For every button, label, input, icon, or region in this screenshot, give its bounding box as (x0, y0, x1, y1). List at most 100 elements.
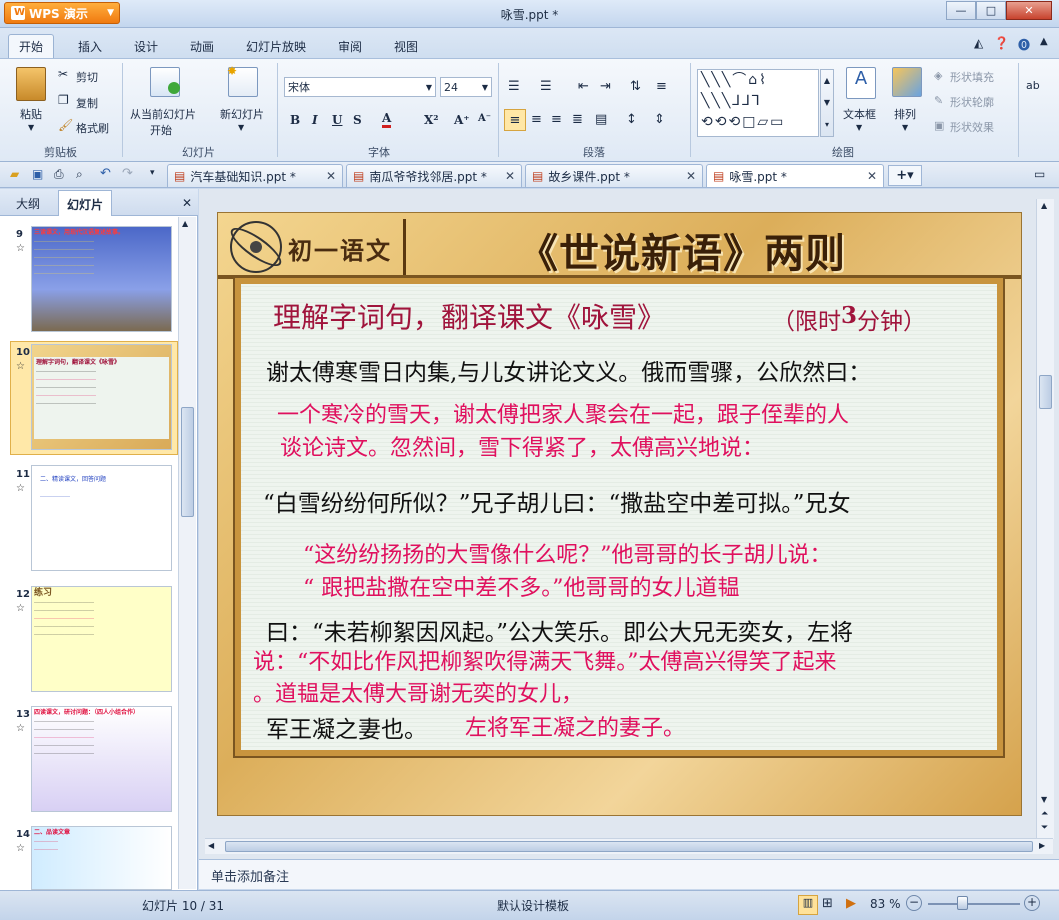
tab-design[interactable]: 设计 (124, 34, 168, 58)
font-color-button[interactable]: A (382, 111, 392, 128)
slide-thumbnail[interactable]: 四读课文，研讨问题：（四人小组合作）…………………………………………………………… (31, 706, 172, 812)
paste-button[interactable]: 粘贴 (20, 106, 42, 122)
shape-fill-button[interactable]: 形状填充 (950, 69, 994, 85)
customize-toolbar-icon[interactable]: ▾ (150, 168, 155, 178)
zoom-slider-track[interactable] (928, 903, 1020, 905)
slide-heading[interactable]: 理解字词句，翻译课文《咏雪》 (273, 296, 665, 336)
print-preview-icon[interactable]: ⌕ (76, 167, 83, 182)
save-icon[interactable]: ▣ (32, 167, 43, 181)
copy-button[interactable]: 复制 (76, 95, 98, 111)
print-icon[interactable]: ⎙ (54, 167, 64, 182)
tab-insert[interactable]: 插入 (68, 34, 112, 58)
translation-line[interactable]: “这纷纷扬扬的大雪像什么呢？”他哥哥的长子胡儿说： (303, 537, 832, 569)
close-button[interactable]: ✕ (1006, 1, 1052, 20)
tab-slideshow[interactable]: 幻灯片放映 (236, 34, 316, 58)
strikethrough-button[interactable]: S (353, 113, 362, 127)
slide-thumbnail[interactable]: 理解字词句，翻译课文《咏雪》……………………………………………………………………… (31, 344, 172, 450)
shape-effect-button[interactable]: 形状效果 (950, 119, 994, 135)
italic-button[interactable]: I (312, 113, 318, 127)
slide-heading-note[interactable]: （限时 3 分钟） (772, 302, 926, 336)
design-template-name[interactable]: 默认设计模板 (497, 897, 569, 914)
editor-horizontal-scrollbar[interactable]: ◀ ▶ (205, 838, 1053, 854)
scroll-up-icon[interactable]: ▲ (1041, 201, 1047, 210)
play-from-current-icon[interactable] (150, 67, 180, 97)
grow-font-button[interactable]: A⁺ (454, 113, 470, 127)
panel-scrollbar[interactable]: ▲ (178, 217, 196, 889)
chevron-down-icon[interactable]: ▼ (238, 123, 244, 132)
tab-slides[interactable]: 幻灯片 (58, 190, 113, 216)
close-icon[interactable]: ✕ (326, 169, 336, 183)
slide-sorter-icon[interactable]: ⊞ (822, 896, 833, 911)
panel-toggle-icon[interactable]: ▭ (1034, 167, 1045, 181)
arrange-button[interactable]: 排列 (894, 106, 916, 122)
justify-icon[interactable]: ≣ (572, 112, 583, 127)
maximize-button[interactable]: □ (976, 1, 1006, 20)
align-center-icon[interactable]: ≡ (531, 112, 542, 127)
scroll-up-icon[interactable]: ▲ (182, 219, 188, 228)
shrink-font-button[interactable]: A⁻ (478, 113, 491, 124)
bold-button[interactable]: B (290, 113, 300, 127)
translation-line[interactable]: 。道韫是太傅大哥谢无奕的女儿， (253, 676, 583, 708)
underline-button[interactable]: U (332, 113, 342, 127)
scroll-thumb[interactable] (181, 407, 194, 517)
tab-animation[interactable]: 动画 (180, 34, 224, 58)
more-ribbon-icon[interactable]: ab (1026, 79, 1040, 92)
tab-view[interactable]: 视图 (384, 34, 428, 58)
close-icon[interactable]: ✕ (867, 169, 877, 183)
ribbon-collapse-icon[interactable]: ▲ (1040, 36, 1048, 47)
next-slide-icon[interactable]: ⏷ (1041, 823, 1048, 833)
previous-slide-icon[interactable]: ⏶ (1041, 809, 1048, 819)
align-left-icon[interactable]: ≡ (504, 109, 526, 131)
align-text-icon[interactable]: ≡ (656, 79, 667, 94)
translation-line[interactable]: “ 跟把盐撒在空中差不多。”他哥哥的女儿道韫 (303, 570, 740, 602)
tab-outline[interactable]: 大纲 (16, 195, 40, 212)
arrange-icon[interactable] (892, 67, 922, 97)
normal-view-icon[interactable]: ▥ (798, 895, 818, 915)
doc-tab[interactable]: ▤ 南瓜爷爷找邻居.ppt * ✕ (346, 164, 522, 187)
cut-button[interactable]: 剪切 (76, 69, 98, 85)
translation-line[interactable]: 谈论诗文。忽然间，雪下得紧了，太傅高兴地说： (280, 430, 764, 462)
zoom-level[interactable]: 83 % (870, 897, 901, 911)
minimize-button[interactable]: — (946, 1, 976, 20)
scroll-right-icon[interactable]: ▶ (1039, 841, 1045, 850)
textbox-icon[interactable]: A (846, 67, 876, 99)
decrease-indent-icon[interactable]: ⇤ (578, 79, 589, 94)
doc-tab-active[interactable]: ▤ 咏雪.ppt * ✕ (706, 164, 884, 187)
original-text-line[interactable]: 军王凝之妻也。 (266, 710, 427, 744)
help-circle-icon[interactable]: ⓿ (1018, 36, 1030, 53)
increase-indent-icon[interactable]: ⇥ (600, 79, 611, 94)
tab-review[interactable]: 审阅 (328, 34, 372, 58)
translation-line[interactable]: 左将军王凝之的妻子。 (465, 710, 685, 742)
redo-icon[interactable]: ↷ (122, 166, 133, 181)
original-text-line[interactable]: “白雪纷纷何所似？”兄子胡儿曰：“撒盐空中差可拟。”兄女 (263, 484, 851, 518)
tab-home[interactable]: 开始 (8, 34, 55, 58)
translation-line[interactable]: 说：“不如比作风把柳絮吹得满天飞舞。”太傅高兴得笑了起来 (253, 644, 837, 676)
chevron-down-icon[interactable]: ▼ (902, 123, 908, 132)
open-folder-icon[interactable]: ▰ (10, 167, 19, 181)
slide-thumbnail[interactable]: 二、精读课文，回答问题…………… (31, 465, 172, 571)
help-icon[interactable]: ◭ (974, 36, 983, 50)
superscript-button[interactable]: X² (424, 113, 439, 127)
bullet-list-icon[interactable]: ☰ (508, 79, 520, 94)
paste-icon[interactable] (16, 67, 46, 101)
new-slide-button[interactable]: 新幻灯片 (220, 106, 264, 122)
paragraph-spacing-icon[interactable]: ⇕ (654, 112, 665, 127)
text-direction-icon[interactable]: ⇅ (630, 79, 641, 94)
original-text-line[interactable]: 谢太傅寒雪日内集,与儿女讲论文义。俄而雪骤，公欣然曰： (266, 353, 871, 387)
scroll-thumb[interactable] (1039, 375, 1052, 409)
notes-placeholder[interactable]: 单击添加备注 (211, 866, 289, 885)
shapes-gallery[interactable]: ╲╲╲⌒⌂⌇ ╲╲╲⅃⅃⅂ ⟲⟲⟲□▱▭ (697, 69, 819, 137)
shapes-gallery-scroll[interactable]: ▲ ▼ ▾ (820, 69, 834, 137)
translation-line[interactable]: 一个寒冷的雪天，谢太傅把家人聚会在一起，跟子侄辈的人 (277, 397, 849, 429)
slide-thumbnail[interactable]: 练习……………………………………………………………………………………………………… (31, 586, 172, 692)
shape-outline-button[interactable]: 形状轮廓 (950, 94, 994, 110)
original-text-line[interactable]: 曰：“未若柳絮因风起。”公大笑乐。即公大兄无奕女，左将 (266, 613, 853, 647)
chevron-down-icon[interactable]: ▼ (856, 123, 862, 132)
line-spacing-icon[interactable]: ↕ (626, 112, 637, 127)
zoom-out-icon[interactable]: − (906, 895, 922, 911)
zoom-in-icon[interactable]: + (1024, 895, 1040, 911)
doc-tab[interactable]: ▤ 汽车基础知识.ppt * ✕ (167, 164, 343, 187)
slideshow-play-icon[interactable]: ▶ (846, 896, 856, 911)
close-icon[interactable]: ✕ (182, 196, 192, 210)
font-name-select[interactable]: 宋体 ▼ (284, 77, 436, 97)
